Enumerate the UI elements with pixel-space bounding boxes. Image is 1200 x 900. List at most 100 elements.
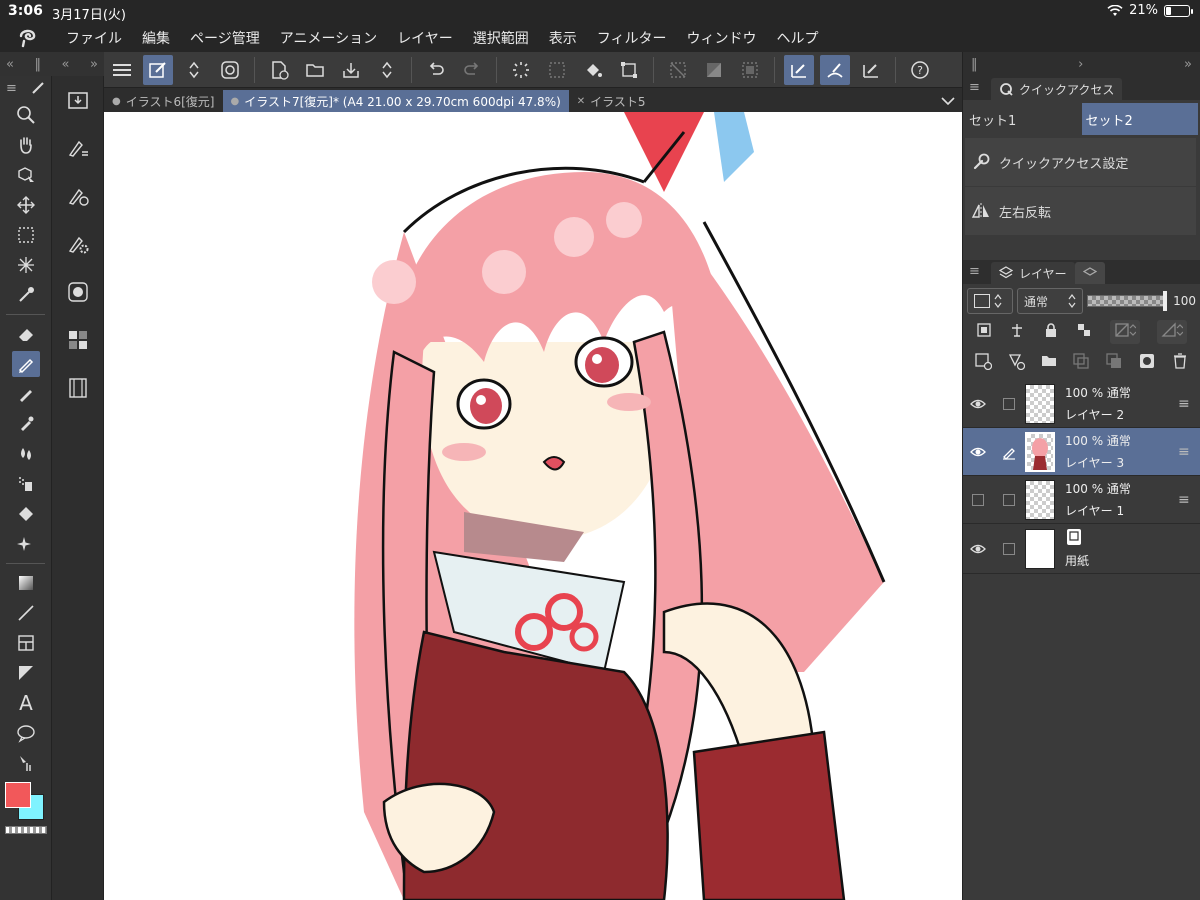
move-tool[interactable] bbox=[0, 190, 52, 220]
reference-layer-icon[interactable] bbox=[1009, 322, 1025, 342]
panel-menu-icon[interactable]: ≡ bbox=[969, 264, 980, 279]
layer-color-toggle[interactable] bbox=[967, 288, 1013, 314]
clip-lower-layer-icon[interactable] bbox=[976, 322, 992, 342]
clear-outside-icon[interactable] bbox=[699, 55, 729, 85]
expand-icon[interactable]: » bbox=[90, 57, 98, 72]
menu-selection[interactable]: 選択範囲 bbox=[463, 28, 539, 48]
tab-quick-access[interactable]: クイックアクセス bbox=[991, 78, 1123, 100]
collapse-right-icon[interactable]: » bbox=[1184, 57, 1192, 72]
selection-tool[interactable] bbox=[0, 220, 52, 250]
tab-layer-property[interactable] bbox=[1074, 262, 1105, 284]
panel-menu-icon[interactable]: ≡ bbox=[969, 80, 980, 95]
subtool-pen-list-button[interactable] bbox=[52, 124, 104, 172]
correct-line-tool[interactable] bbox=[0, 748, 52, 778]
clear-layer-icon[interactable] bbox=[663, 55, 693, 85]
snap-grid-icon[interactable] bbox=[856, 55, 886, 85]
edit-mode-icon[interactable] bbox=[143, 54, 173, 85]
visibility-eye-icon[interactable] bbox=[963, 446, 993, 458]
text-tool[interactable]: A bbox=[0, 688, 52, 718]
subtool-pen-settings-button[interactable] bbox=[52, 172, 104, 220]
drag-handle-icon[interactable]: ‖ bbox=[35, 57, 42, 72]
save-icon[interactable] bbox=[336, 55, 366, 85]
menu-page-management[interactable]: ページ管理 bbox=[180, 28, 270, 48]
color-set-button[interactable] bbox=[52, 316, 104, 364]
collapse-subtool-icon[interactable]: « bbox=[62, 57, 70, 72]
opacity-slider-handle[interactable] bbox=[1163, 291, 1167, 311]
decoration-tool[interactable] bbox=[0, 529, 52, 559]
create-mask-icon[interactable] bbox=[1138, 352, 1156, 374]
tab-illust5[interactable]: ✕ イラスト5 bbox=[569, 90, 654, 112]
drag-grip-icon[interactable]: ≡ bbox=[1178, 396, 1200, 412]
clip-studio-icon[interactable] bbox=[215, 55, 245, 85]
transfer-lower-icon[interactable] bbox=[1072, 352, 1090, 374]
tab-list-chevron-icon[interactable] bbox=[934, 90, 962, 112]
drag-handle-icon[interactable]: ‖ bbox=[971, 57, 978, 72]
undo-icon[interactable] bbox=[421, 55, 451, 85]
blend-tool[interactable] bbox=[0, 439, 52, 469]
menu-hamburger-icon[interactable] bbox=[107, 55, 137, 85]
brush-size-button[interactable] bbox=[52, 268, 104, 316]
mask-enable-icon[interactable] bbox=[1109, 320, 1140, 344]
eraser-tool[interactable] bbox=[0, 319, 52, 349]
auto-select-tool[interactable] bbox=[0, 250, 52, 280]
zoom-tool[interactable] bbox=[0, 100, 52, 130]
snap-ruler-icon[interactable] bbox=[784, 54, 814, 85]
balloon-tool[interactable] bbox=[0, 718, 52, 748]
drawing-canvas[interactable] bbox=[104, 112, 962, 900]
timeline-button[interactable] bbox=[52, 364, 104, 412]
set-1-button[interactable]: セット1 bbox=[965, 103, 1082, 135]
eyedropper-tool[interactable] bbox=[0, 280, 52, 310]
new-raster-layer-icon[interactable] bbox=[974, 352, 993, 374]
new-canvas-icon[interactable] bbox=[264, 55, 294, 85]
fill-icon[interactable] bbox=[578, 55, 608, 85]
opacity-slider[interactable] bbox=[1087, 291, 1167, 311]
tab-close-icon[interactable]: ✕ bbox=[577, 96, 585, 107]
open-folder-icon[interactable] bbox=[300, 55, 330, 85]
visibility-eye-icon[interactable] bbox=[963, 398, 993, 410]
brush-tool[interactable] bbox=[0, 409, 52, 439]
layer-checkbox[interactable] bbox=[993, 397, 1025, 410]
clear-selection-icon[interactable] bbox=[542, 55, 572, 85]
menu-file[interactable]: ファイル bbox=[56, 28, 132, 48]
drag-grip-icon[interactable]: ≡ bbox=[1178, 492, 1200, 508]
menu-view[interactable]: 表示 bbox=[539, 28, 587, 48]
snap-special-ruler-icon[interactable] bbox=[820, 54, 850, 85]
up-down-arrows-icon[interactable] bbox=[179, 55, 209, 85]
tab-illust6[interactable]: ● イラスト6[復元] bbox=[104, 90, 223, 112]
airbrush-tool[interactable] bbox=[0, 469, 52, 499]
loading-icon[interactable] bbox=[506, 55, 536, 85]
menu-edit[interactable]: 編集 bbox=[132, 28, 180, 48]
menu-filter[interactable]: フィルター bbox=[587, 28, 677, 48]
main-color-swatch[interactable] bbox=[5, 782, 31, 808]
hand-tool[interactable] bbox=[0, 130, 52, 160]
editing-pen-icon[interactable] bbox=[993, 444, 1025, 460]
layer-row-selected[interactable]: 100 % 通常 レイヤー 3 ≡ bbox=[963, 428, 1200, 476]
import-subtool-button[interactable] bbox=[52, 76, 104, 124]
ruler-enable-icon[interactable] bbox=[1157, 320, 1188, 344]
selection-area-icon[interactable] bbox=[735, 55, 765, 85]
combine-lower-icon[interactable] bbox=[1105, 352, 1123, 374]
collapse-left-icon[interactable]: « bbox=[6, 57, 14, 72]
palette-menu-icon[interactable]: ≡ bbox=[6, 81, 17, 96]
delete-layer-icon[interactable] bbox=[1171, 352, 1189, 374]
new-folder-icon[interactable] bbox=[1040, 352, 1058, 374]
frame-tool[interactable] bbox=[0, 628, 52, 658]
figure-tool[interactable] bbox=[0, 598, 52, 628]
set-2-button[interactable]: セット2 bbox=[1081, 103, 1198, 135]
layer-checkbox[interactable] bbox=[993, 493, 1025, 506]
blend-mode-select[interactable]: 通常 bbox=[1017, 288, 1083, 314]
flip-horizontal-item[interactable]: 左右反転 bbox=[965, 187, 1196, 235]
pencil-tool[interactable] bbox=[0, 379, 52, 409]
visibility-toggle-empty[interactable] bbox=[963, 493, 993, 506]
tab-layer[interactable]: レイヤー bbox=[991, 262, 1075, 284]
lock-transparent-icon[interactable] bbox=[1076, 322, 1092, 342]
object-tool[interactable] bbox=[0, 160, 52, 190]
up-down-arrows-icon-2[interactable] bbox=[372, 55, 402, 85]
drag-grip-icon[interactable]: ≡ bbox=[1178, 444, 1200, 460]
layer-row[interactable]: 100 % 通常 レイヤー 1 ≡ bbox=[963, 476, 1200, 524]
layer-row[interactable]: 100 % 通常 レイヤー 2 ≡ bbox=[963, 380, 1200, 428]
layer-checkbox[interactable] bbox=[993, 542, 1025, 555]
gradient-tool[interactable] bbox=[0, 568, 52, 598]
menu-help[interactable]: ヘルプ bbox=[767, 28, 829, 48]
transform-icon[interactable] bbox=[614, 55, 644, 85]
